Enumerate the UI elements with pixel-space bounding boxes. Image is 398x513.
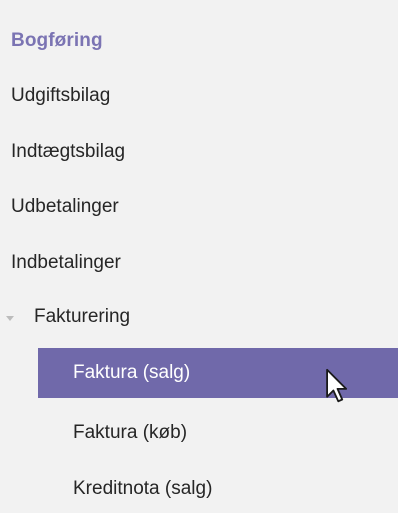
mouse-pointer-icon xyxy=(326,368,348,403)
nav-subitem-label: Faktura (salg) xyxy=(73,362,191,383)
nav-subitem-faktura-kob[interactable]: Faktura (køb) xyxy=(38,408,398,458)
nav-subitem-label: Kreditnota (salg) xyxy=(73,478,213,499)
nav-item-fakturering[interactable]: Fakturering xyxy=(34,306,130,328)
nav-item-udbetalinger[interactable]: Udbetalinger xyxy=(11,196,119,218)
sidebar-nav: Bogføring Udgiftsbilag Indtægtsbilag Udb… xyxy=(0,0,398,513)
section-title-bogforing[interactable]: Bogføring xyxy=(11,30,103,52)
nav-item-indtaegtsbilag[interactable]: Indtægtsbilag xyxy=(11,141,125,163)
nav-subitem-kreditnota-salg[interactable]: Kreditnota (salg) xyxy=(38,464,398,513)
nav-subitem-label: Faktura (køb) xyxy=(73,422,188,443)
nav-item-udgiftsbilag[interactable]: Udgiftsbilag xyxy=(11,85,110,107)
nav-item-indbetalinger[interactable]: Indbetalinger xyxy=(11,252,121,274)
triangle-down-icon[interactable] xyxy=(6,316,14,321)
